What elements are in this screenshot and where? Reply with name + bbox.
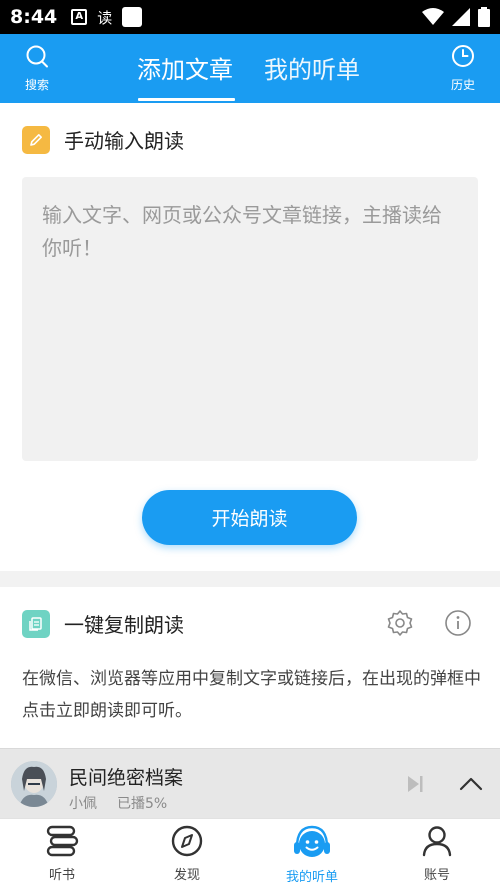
headphones-icon — [294, 825, 330, 857]
tab-my-playlist[interactable]: 我的听单 — [264, 50, 360, 85]
search-button[interactable]: 搜索 — [12, 44, 62, 93]
cover-avatar — [11, 761, 57, 807]
wifi-icon — [422, 8, 444, 25]
article-text-input[interactable]: 输入文字、网页或公众号文章链接，主播读给你听！ — [22, 177, 478, 461]
player-meta: 小佩 已播5% — [69, 793, 167, 813]
mini-player[interactable]: 民间绝密档案 小佩 已播5% — [0, 748, 500, 818]
copy-icon — [22, 609, 50, 638]
nav-item-my-playlist[interactable]: 我的听单 — [267, 825, 357, 885]
clock-icon — [452, 45, 474, 67]
settings-gear-icon[interactable] — [386, 609, 414, 637]
status-time: 8:44 — [10, 6, 58, 28]
manual-read-title: 手动输入朗读 — [64, 129, 184, 153]
books-icon — [46, 825, 79, 857]
copy-read-title: 一键复制朗读 — [64, 613, 184, 637]
nav-item-account[interactable]: 账号 — [392, 825, 482, 883]
search-label: 搜索 — [24, 78, 49, 92]
nav-label-account: 账号 — [423, 868, 450, 883]
app-du-icon: 读 — [97, 8, 113, 27]
pencil-icon — [22, 125, 50, 154]
manual-read-header: 手动输入朗读 — [22, 125, 184, 154]
info-icon[interactable] — [444, 609, 472, 637]
start-reading-button[interactable]: 开始朗读 — [142, 490, 357, 545]
nav-item-discover[interactable]: 发现 — [142, 825, 232, 883]
bottom-nav: 听书 发现 我的听单 账号 — [0, 818, 500, 888]
status-notifications: A 读 — [71, 7, 143, 28]
copy-read-actions — [386, 609, 472, 637]
copy-read-header: 一键复制朗读 — [22, 609, 184, 638]
nav-label-discover: 发现 — [173, 868, 200, 883]
player-progress: 已播5% — [117, 796, 168, 812]
player-track-title: 民间绝密档案 — [69, 767, 184, 789]
app-a-icon: A — [71, 9, 88, 25]
notification-square-icon — [122, 7, 143, 27]
active-tab-indicator — [138, 98, 235, 101]
copy-read-card: 一键复制朗读 在微信、浏览器等应用中复制文字或链接后，在出现的弹框中点击立即朗读… — [0, 587, 500, 748]
signal-icon — [452, 8, 470, 26]
nav-label-my-playlist: 我的听单 — [285, 870, 338, 885]
nav-label-books: 听书 — [48, 868, 75, 883]
battery-icon — [478, 7, 490, 27]
manual-read-card: 手动输入朗读 输入文字、网页或公众号文章链接，主播读给你听！ 开始朗读 — [0, 103, 500, 571]
player-narrator: 小佩 — [69, 796, 97, 812]
tab-add-article[interactable]: 添加文章 — [137, 50, 233, 85]
search-icon — [26, 45, 48, 68]
copy-read-description: 在微信、浏览器等应用中复制文字或链接后，在出现的弹框中点击立即朗读即可听。 — [22, 669, 481, 721]
history-label: 历史 — [450, 78, 475, 92]
chevron-up-icon[interactable] — [459, 773, 483, 795]
nav-item-books[interactable]: 听书 — [17, 825, 107, 883]
app-header: 搜索 添加文章 我的听单 历史 — [0, 34, 500, 103]
skip-next-icon[interactable] — [404, 773, 426, 795]
status-system-icons — [422, 7, 490, 27]
compass-icon — [171, 825, 203, 857]
user-icon — [422, 826, 452, 857]
history-button[interactable]: 历史 — [438, 44, 488, 93]
status-bar: 8:44 A 读 — [0, 0, 500, 34]
